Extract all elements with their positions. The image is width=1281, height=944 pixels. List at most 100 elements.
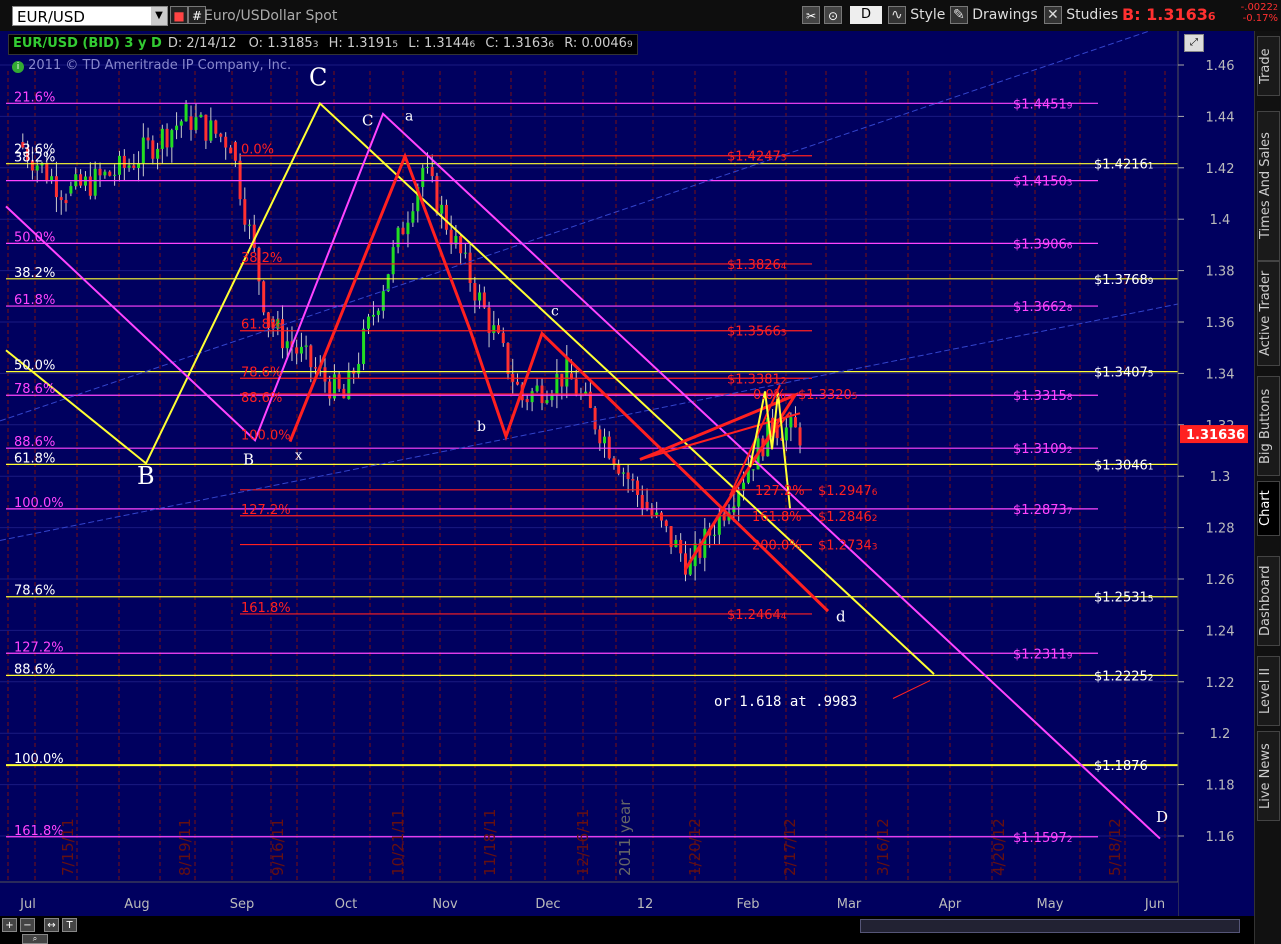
wave-label: b bbox=[477, 419, 486, 435]
fib-label-left: 61.8% bbox=[14, 451, 55, 466]
candle-body bbox=[79, 174, 83, 186]
y-tick-label: 1.26 bbox=[1206, 573, 1235, 588]
fib-label-mid: 127.2% bbox=[241, 503, 291, 518]
candle-body bbox=[229, 147, 233, 154]
period-button[interactable]: D bbox=[850, 6, 882, 24]
candle-body bbox=[463, 252, 467, 254]
price-label: $1.31092 bbox=[1013, 442, 1073, 457]
candle-body bbox=[617, 464, 621, 474]
chevron-down-icon[interactable]: ▼ bbox=[151, 7, 167, 25]
change-display: -.00222 -0.17% bbox=[1226, 2, 1278, 24]
fib-label-left: 88.6% bbox=[14, 435, 55, 450]
tab-chart[interactable]: Chart bbox=[1257, 481, 1280, 536]
wave-label: B bbox=[137, 462, 155, 490]
price-label: $1.34075 bbox=[1094, 366, 1154, 381]
y-tick-label: 1.24 bbox=[1206, 624, 1235, 639]
price-label: $1.37689 bbox=[1094, 273, 1154, 288]
zoom-icon[interactable]: ⊙ bbox=[824, 6, 842, 24]
fib-label-left: 38.2% bbox=[14, 266, 55, 281]
candle-body bbox=[535, 385, 539, 392]
candle-body bbox=[295, 347, 299, 354]
date-label: 4/20/12 bbox=[990, 818, 1008, 876]
wave-label: C bbox=[362, 111, 373, 129]
wave-label: x bbox=[295, 448, 303, 463]
tab-times-and-sales[interactable]: Times And Sales bbox=[1257, 111, 1280, 261]
tab-trade[interactable]: Trade bbox=[1257, 36, 1280, 96]
candle-body bbox=[113, 174, 117, 176]
fib-label-mid: 88.6% bbox=[241, 391, 282, 406]
candle-body bbox=[194, 117, 198, 130]
candle-body bbox=[560, 373, 564, 387]
change-sub: 2 bbox=[1272, 3, 1278, 12]
text-icon[interactable]: T bbox=[62, 918, 77, 932]
time-scrollbar[interactable] bbox=[860, 919, 1240, 933]
candle-body bbox=[199, 114, 203, 118]
style-button[interactable]: ∿ Style bbox=[888, 5, 945, 26]
fib-label-left: 161.8% bbox=[14, 824, 64, 839]
change-percent: -0.17% bbox=[1242, 13, 1278, 24]
candle-body bbox=[789, 417, 793, 428]
fib-label-left: 50.0% bbox=[14, 230, 55, 245]
candle-body bbox=[122, 155, 126, 168]
y-tick-label: 1.16 bbox=[1206, 830, 1235, 845]
candle-body bbox=[371, 314, 375, 317]
y-tick-label: 1.36 bbox=[1206, 316, 1235, 331]
candle-body bbox=[703, 528, 707, 558]
symbol-input[interactable]: EUR/USD ▼ bbox=[12, 6, 168, 26]
pan-icon[interactable]: ↔ bbox=[44, 918, 59, 932]
candle-body bbox=[406, 222, 410, 235]
open-sub: 3 bbox=[312, 40, 319, 50]
candle-body bbox=[440, 204, 444, 214]
symbol-description: Euro/USDollar Spot bbox=[204, 8, 338, 24]
price-label: $1.27343 bbox=[818, 539, 878, 554]
wave-label: a bbox=[405, 108, 413, 124]
fib-label-left: 50.0% bbox=[14, 359, 55, 374]
candle-body bbox=[640, 494, 644, 510]
fib-label-left: 38.2% bbox=[14, 151, 55, 166]
link-icon[interactable]: ■ bbox=[170, 6, 188, 24]
candle-body bbox=[224, 136, 228, 148]
tab-active-trader[interactable]: Active Trader bbox=[1257, 261, 1280, 366]
price-label: $1.22252 bbox=[1094, 669, 1154, 684]
zoom-in-icon[interactable]: + bbox=[2, 918, 17, 932]
header-date: D: 2/14/12 bbox=[167, 36, 237, 51]
candle-body bbox=[54, 176, 58, 198]
price-chart[interactable]: $1.44519 $1.42473 $1.41503 $1.39066 $1.38264… bbox=[0, 31, 1254, 916]
tab-dashboard[interactable]: Dashboard bbox=[1257, 556, 1280, 646]
candle-body bbox=[285, 341, 289, 349]
studies-button[interactable]: ✕ Studies bbox=[1044, 5, 1118, 26]
tools-icon[interactable]: ✂ bbox=[802, 6, 820, 24]
drawings-button[interactable]: ✎ Drawings bbox=[950, 5, 1038, 26]
tab-level-ii[interactable]: Level II bbox=[1257, 656, 1280, 726]
candle-body bbox=[435, 176, 439, 214]
y-tick-label: 1.42 bbox=[1206, 162, 1235, 177]
wave-label: B bbox=[243, 451, 254, 469]
price-label: $1.23119 bbox=[1013, 647, 1073, 662]
candle-body bbox=[367, 316, 371, 329]
candle-body bbox=[304, 345, 308, 347]
candle-body bbox=[401, 227, 405, 235]
tab-live-news[interactable]: Live News bbox=[1257, 731, 1280, 821]
date-label: 2011 year bbox=[616, 799, 634, 876]
price-label: $1.28737 bbox=[1013, 503, 1073, 518]
zoom-out-icon[interactable]: − bbox=[20, 918, 35, 932]
price-label: $1.28462 bbox=[818, 510, 878, 525]
candle-body bbox=[146, 137, 150, 141]
maximize-icon[interactable]: ⤢ bbox=[1184, 34, 1204, 52]
candle-body bbox=[784, 427, 788, 441]
tab-big-buttons[interactable]: Big Buttons bbox=[1257, 376, 1280, 476]
price-label: $1.42473 bbox=[727, 150, 787, 165]
header-high: H: 1.31915 bbox=[329, 36, 399, 51]
candle-body bbox=[309, 345, 313, 368]
month-label: Nov bbox=[432, 897, 458, 912]
magnifier-icon[interactable]: ⌕ bbox=[22, 934, 48, 944]
price-label: $1.38264 bbox=[727, 258, 787, 273]
fib-label-left: 100.0% bbox=[14, 496, 64, 511]
candle-body bbox=[659, 512, 663, 521]
candle-body bbox=[430, 166, 434, 177]
month-label: May bbox=[1037, 897, 1064, 912]
candle-body bbox=[391, 247, 395, 275]
candle-body bbox=[598, 429, 602, 444]
month-label: Mar bbox=[837, 897, 862, 912]
price-label: $1.33158 bbox=[1013, 389, 1073, 404]
